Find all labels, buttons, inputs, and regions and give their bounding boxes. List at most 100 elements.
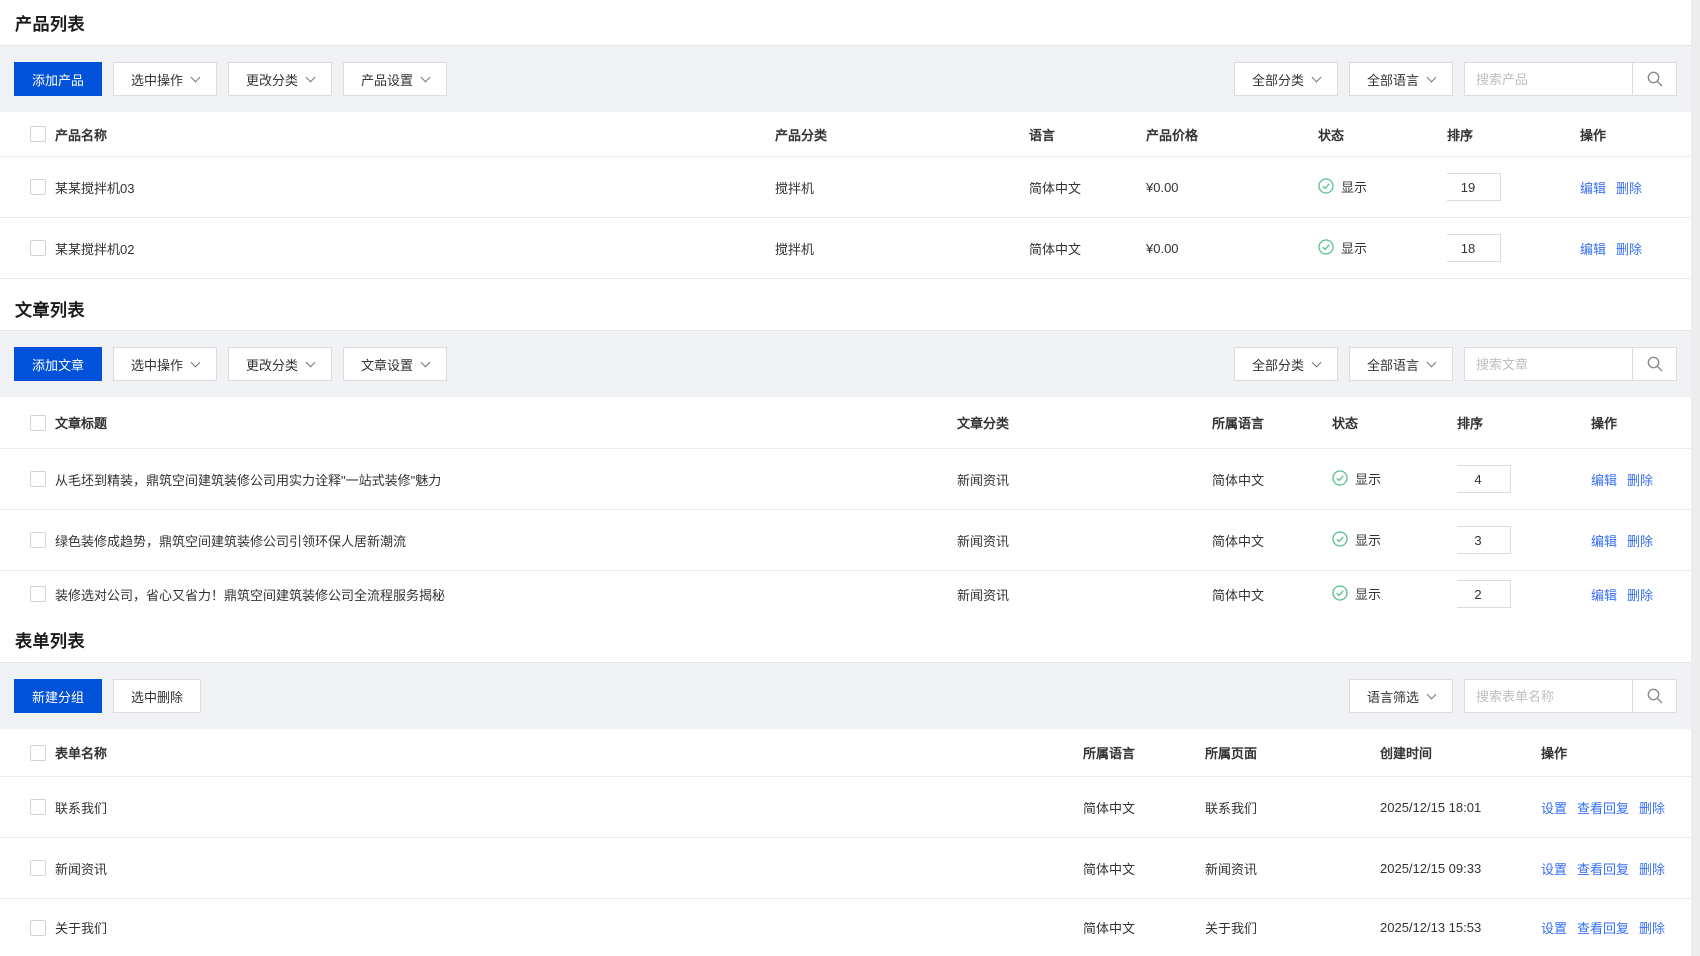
settings-link[interactable]: 设置 [1541, 801, 1567, 816]
edit-link[interactable]: 编辑 [1580, 242, 1606, 257]
sort-input[interactable] [1457, 580, 1511, 608]
form-page: 联系我们 [1205, 798, 1380, 817]
settings-link[interactable]: 设置 [1541, 862, 1567, 877]
sort-input[interactable] [1457, 526, 1511, 554]
row-checkbox[interactable] [30, 586, 46, 602]
col-language: 所属语言 [1212, 413, 1332, 432]
delete-link[interactable]: 删除 [1639, 862, 1665, 877]
articles-change-category-dropdown[interactable]: 更改分类 [228, 347, 332, 381]
delete-link[interactable]: 删除 [1639, 921, 1665, 936]
view-replies-link[interactable]: 查看回复 [1577, 801, 1629, 816]
edit-link[interactable]: 编辑 [1580, 181, 1606, 196]
view-replies-link[interactable]: 查看回复 [1577, 862, 1629, 877]
articles-search-input[interactable] [1464, 347, 1632, 381]
delete-link[interactable]: 删除 [1627, 534, 1653, 549]
col-ops: 操作 [1591, 413, 1691, 432]
products-table-header: 产品名称 产品分类 语言 产品价格 状态 排序 操作 [0, 112, 1691, 157]
articles-search-button[interactable] [1632, 347, 1677, 381]
delete-selected-button[interactable]: 选中删除 [113, 679, 201, 713]
col-price: 产品价格 [1146, 125, 1318, 144]
products-language-filter-dropdown[interactable]: 全部语言 [1349, 62, 1453, 96]
row-checkbox[interactable] [30, 179, 46, 195]
articles-language-filter-dropdown[interactable]: 全部语言 [1349, 347, 1453, 381]
delete-link[interactable]: 删除 [1639, 801, 1665, 816]
articles-bulk-action-dropdown[interactable]: 选中操作 [113, 347, 217, 381]
delete-link[interactable]: 删除 [1616, 242, 1642, 257]
form-name: 关于我们 [55, 918, 1083, 937]
forms-language-filter-dropdown[interactable]: 语言筛选 [1349, 679, 1453, 713]
forms-search-button[interactable] [1632, 679, 1677, 713]
delete-link[interactable]: 删除 [1627, 588, 1653, 603]
select-all-checkbox[interactable] [30, 415, 46, 431]
check-circle-icon [1332, 470, 1348, 486]
col-article-title: 文章标题 [55, 413, 957, 432]
edit-link[interactable]: 编辑 [1591, 473, 1617, 488]
products-change-category-dropdown[interactable]: 更改分类 [228, 62, 332, 96]
col-sort: 排序 [1457, 413, 1591, 432]
edit-link[interactable]: 编辑 [1591, 534, 1617, 549]
delete-link[interactable]: 删除 [1627, 473, 1653, 488]
check-circle-icon [1332, 585, 1348, 601]
products-settings-dropdown[interactable]: 产品设置 [343, 62, 447, 96]
row-checkbox[interactable] [30, 860, 46, 876]
forms-search-input[interactable] [1464, 679, 1632, 713]
chevron-down-icon [1427, 72, 1437, 82]
articles-title-band: 文章列表 [0, 279, 1691, 331]
add-product-button[interactable]: 添加产品 [14, 62, 102, 96]
form-language: 简体中文 [1083, 859, 1205, 878]
col-language: 语言 [1029, 125, 1146, 144]
settings-link[interactable]: 设置 [1541, 921, 1567, 936]
article-language: 简体中文 [1212, 470, 1332, 489]
form-page: 关于我们 [1205, 918, 1380, 937]
article-title: 绿色装修成趋势，鼎筑空间建筑装修公司引领环保人居新潮流 [55, 531, 957, 550]
product-name: 某某搅拌机02 [55, 239, 775, 258]
forms-toolbar-left: 新建分组 选中删除 [14, 679, 201, 713]
products-bulk-action-dropdown[interactable]: 选中操作 [113, 62, 217, 96]
select-all-checkbox[interactable] [30, 745, 46, 761]
articles-category-filter-dropdown[interactable]: 全部分类 [1234, 347, 1338, 381]
status-badge: 显示 [1332, 469, 1381, 488]
form-name: 新闻资讯 [55, 859, 1083, 878]
forms-toolbar-right: 语言筛选 [1349, 679, 1677, 713]
col-product-category: 产品分类 [775, 125, 1029, 144]
article-language: 简体中文 [1212, 585, 1332, 604]
forms-language-filter-label: 语言筛选 [1367, 687, 1419, 706]
row-actions: 编辑删除 [1591, 470, 1691, 489]
row-checkbox[interactable] [30, 799, 46, 815]
row-actions: 编辑删除 [1580, 178, 1691, 197]
status-label: 显示 [1341, 177, 1367, 196]
row-checkbox[interactable] [30, 240, 46, 256]
add-article-button[interactable]: 添加文章 [14, 347, 102, 381]
sort-input[interactable] [1457, 465, 1511, 493]
form-row: 新闻资讯 简体中文 新闻资讯 2025/12/15 09:33 设置查看回复删除 [0, 838, 1691, 899]
products-toolbar-left: 添加产品 选中操作 更改分类 产品设置 [14, 62, 447, 96]
row-checkbox[interactable] [30, 471, 46, 487]
products-category-filter-dropdown[interactable]: 全部分类 [1234, 62, 1338, 96]
articles-settings-dropdown[interactable]: 文章设置 [343, 347, 447, 381]
col-language: 所属语言 [1083, 743, 1205, 762]
col-status: 状态 [1332, 413, 1457, 432]
article-category: 新闻资讯 [957, 531, 1212, 550]
sort-input[interactable] [1447, 173, 1501, 201]
articles-change-category-label: 更改分类 [246, 355, 298, 374]
sort-input[interactable] [1447, 234, 1501, 262]
select-all-checkbox[interactable] [30, 126, 46, 142]
row-checkbox[interactable] [30, 532, 46, 548]
chevron-down-icon [1427, 689, 1437, 699]
products-change-category-label: 更改分类 [246, 70, 298, 89]
row-actions: 编辑删除 [1591, 585, 1691, 604]
products-search-button[interactable] [1632, 62, 1677, 96]
col-product-name: 产品名称 [55, 125, 775, 144]
articles-table-header: 文章标题 文章分类 所属语言 状态 排序 操作 [0, 397, 1691, 449]
view-replies-link[interactable]: 查看回复 [1577, 921, 1629, 936]
new-group-button[interactable]: 新建分组 [14, 679, 102, 713]
products-search-input[interactable] [1464, 62, 1632, 96]
products-category-filter-label: 全部分类 [1252, 70, 1304, 89]
chevron-down-icon [1312, 357, 1322, 367]
edit-link[interactable]: 编辑 [1591, 588, 1617, 603]
delete-link[interactable]: 删除 [1616, 181, 1642, 196]
chevron-down-icon [1312, 72, 1322, 82]
article-category: 新闻资讯 [957, 470, 1212, 489]
row-checkbox[interactable] [30, 920, 46, 936]
forms-table-header: 表单名称 所属语言 所属页面 创建时间 操作 [0, 729, 1691, 777]
